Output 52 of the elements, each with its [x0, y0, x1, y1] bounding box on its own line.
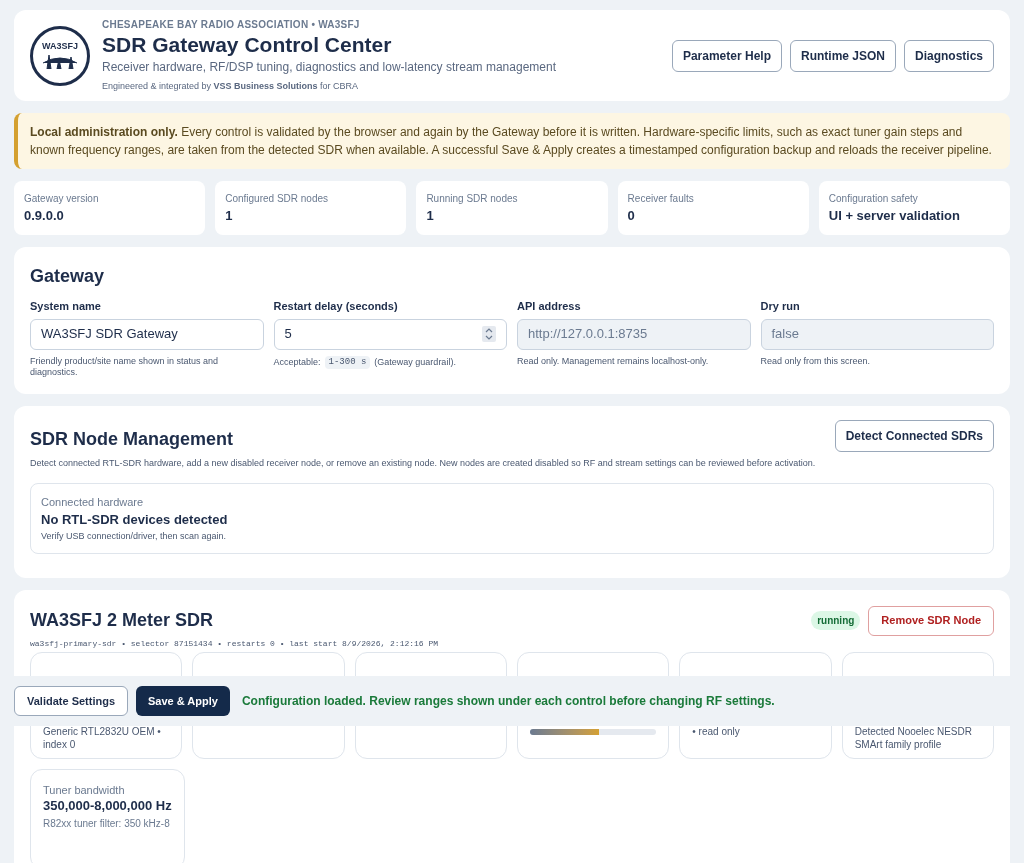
stat-label: Receiver faults — [627, 191, 695, 206]
section-description: Detect connected RTL-SDR hardware, add a new disabled receiver node, or remove an existing node. New nodes are created disabled so RF and stream settings can be reviewed before activation. — [30, 457, 817, 470]
card-label: Tuner bandwidth — [43, 782, 126, 798]
help-text: Friendly product/site name shown in status and diagnostics. — [30, 355, 220, 378]
header-button[interactable]: Runtime JSON — [789, 39, 896, 72]
validate-button[interactable]: Validate Settings — [14, 686, 129, 716]
detect-button[interactable]: Detect Connected SDRs — [834, 420, 994, 452]
stat-value: 0.9.0.0 — [24, 206, 65, 225]
org-name: CHESAPEAKE BAY RADIO ASSOCIATION • WA3SFJ — [102, 18, 361, 33]
notice-banner: Local administration only. Every control is validated by the browser and again by the Gateway before it is written. Hardware-specific limits, such as exact tuner gain steps and known frequency ranges, are taken from the detected SDR when available. A successful Save & Apply creates a timestamped configuration backup and reloads the receiver pipeline. — [14, 113, 1010, 169]
input-field[interactable]: 5 — [273, 318, 507, 350]
stat-label: Running SDR nodes — [426, 191, 519, 206]
input-field[interactable]: WA3SFJ SDR Gateway — [30, 318, 264, 350]
section-title: SDR Node Management — [30, 428, 234, 451]
header-button[interactable]: Diagnostics — [904, 39, 994, 72]
card-note: • read only — [692, 724, 741, 739]
card-value: No RTL-SDR devices detected — [41, 511, 229, 529]
field-label: Dry run — [760, 299, 801, 314]
page-subtitle: Receiver hardware, RF/DSP tuning, diagnostics and low-latency stream management — [102, 59, 557, 77]
stat-value: 1 — [426, 206, 435, 225]
stat-label: Configured SDR nodes — [225, 191, 330, 206]
remove-node-button[interactable]: Remove SDR Node — [868, 605, 994, 636]
card-note: Generic RTL2832U OEM • index 0 — [43, 724, 162, 752]
stat-value: 0 — [627, 206, 636, 225]
card-value: 350,000-8,000,000 Hz — [43, 798, 172, 815]
help-text: Acceptable: — [273, 355, 321, 369]
header-button[interactable]: Parameter Help — [671, 39, 782, 72]
stat-value: 1 — [225, 206, 234, 225]
node-title: WA3SFJ 2 Meter SDR — [30, 609, 214, 632]
card-note: Detected Nooelec NESDR SMArt family profile — [854, 724, 973, 752]
spinner-icon[interactable] — [482, 326, 496, 342]
field-label: Restart delay (seconds) — [273, 299, 399, 314]
save-apply-button[interactable]: Save & Apply — [136, 686, 230, 716]
card-label: Connected hardware — [41, 494, 145, 510]
field-label: System name — [30, 299, 102, 314]
stat-label: Gateway version — [24, 191, 100, 206]
stat-value: UI + server validation — [828, 206, 961, 225]
help-text: (Gateway guardrail). — [374, 355, 456, 369]
credit-line: Engineered & integrated by VSS Business Solutions for CBRA — [102, 80, 360, 94]
help-text: Read only from this screen. — [760, 355, 872, 367]
section-title: Gateway — [30, 265, 106, 288]
status-message: Configuration loaded. Review ranges shown under each control before changing RF settings. — [241, 693, 775, 710]
stat-label: Configuration safety — [828, 191, 919, 206]
card-note: R82xx tuner filter: 350 kHz-8 — [43, 817, 171, 832]
help-text: Read only. Management remains localhost-only. — [517, 355, 710, 367]
status-badge: running — [811, 611, 861, 630]
range-code: 1-300 s — [324, 355, 371, 369]
field-label: API address — [517, 299, 582, 314]
node-meta: wa3sfj-primary-sdr • selector 87151434 • restarts 0 • last start 8/9/2026, 2:12:16 PM — [30, 637, 440, 650]
logo-text: WA3SFJ — [42, 42, 78, 51]
page-title: SDR Gateway Control Center — [102, 32, 393, 59]
card-note: Verify USB connection/driver, then scan again. — [41, 529, 228, 543]
